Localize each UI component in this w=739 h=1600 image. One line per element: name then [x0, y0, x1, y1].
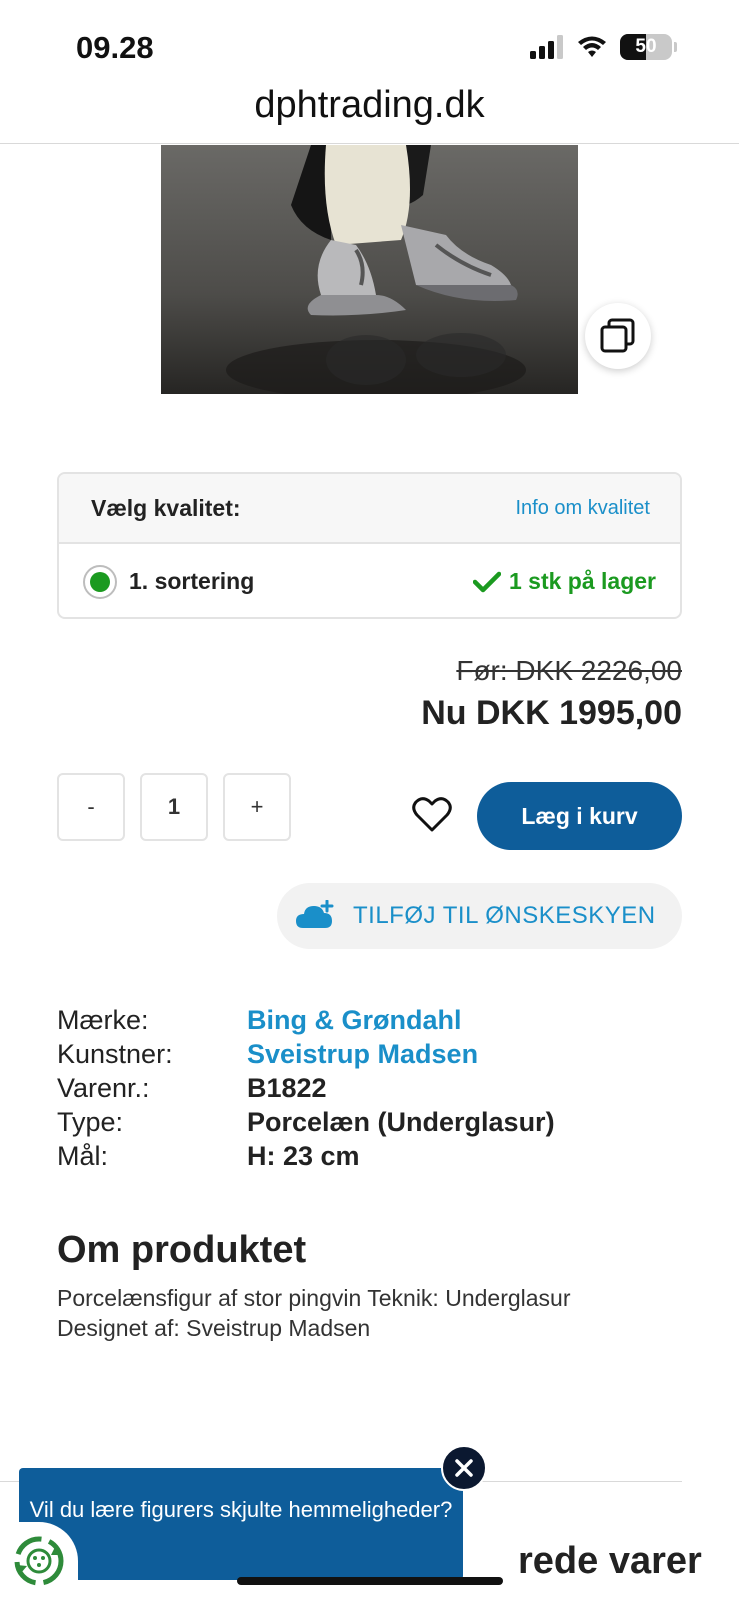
spec-row-artist: Kunstner: Sveistrup Madsen — [57, 1037, 697, 1071]
quality-option-left: 1. sortering — [83, 564, 255, 599]
url-text: dphtrading.dk — [254, 84, 485, 126]
spec-row-type: Type: Porcelæn (Underglasur) — [57, 1105, 697, 1139]
popup-close-button[interactable] — [441, 1445, 487, 1491]
spec-row-brand: Mærke: Bing & Grøndahl — [57, 1003, 697, 1037]
wishcloud-label: TILFØJ TIL ØNSKESKYEN — [353, 902, 656, 929]
recycle-icon — [14, 1536, 64, 1586]
battery-icon: 50 — [620, 34, 672, 60]
quality-radio-button[interactable] — [83, 564, 117, 599]
status-icons: 50 — [530, 34, 677, 60]
quality-option-label: 1. sortering — [129, 568, 255, 594]
add-to-wishcloud-button[interactable]: TILFØJ TIL ØNSKESKYEN — [277, 883, 682, 949]
about-text: Porcelænsfigur af stor pingvin Teknik: U… — [57, 1285, 571, 1341]
spec-key: Mærke: — [57, 1004, 149, 1035]
close-icon — [455, 1459, 473, 1477]
about-title: Om produktet — [57, 1229, 307, 1271]
artist-link[interactable]: Sveistrup Madsen — [247, 1039, 478, 1070]
spec-key: Mål: — [57, 1140, 109, 1171]
spec-row-sku: Varenr.: B1822 — [57, 1071, 697, 1105]
newsletter-popup[interactable]: Vil du lære figurers skjulte hemmelighed… — [19, 1468, 463, 1580]
heart-icon[interactable] — [412, 797, 452, 833]
quality-title: Vælg kvalitet: — [91, 494, 241, 521]
spec-value: B1822 — [247, 1072, 327, 1103]
add-to-cart-button[interactable]: Læg i kurv — [477, 782, 682, 850]
quality-info-link[interactable]: Info om kvalitet — [515, 497, 650, 520]
cloud-plus-icon — [296, 900, 334, 928]
price-now: Nu DKK 1995,00 — [421, 694, 682, 732]
wifi-icon — [578, 36, 606, 57]
quality-header: Vælg kvalitet: Info om kvalitet — [59, 474, 680, 544]
spec-key: Varenr.: — [57, 1072, 150, 1103]
stock-text: 1 stk på lager — [508, 568, 656, 594]
product-image[interactable] — [161, 145, 578, 394]
penguin-figurine-image — [161, 145, 578, 394]
spec-key: Type: — [57, 1106, 124, 1137]
recycle-badge[interactable] — [0, 1522, 78, 1600]
quality-option[interactable]: 1. sortering 1 stk på lager — [59, 544, 680, 617]
quality-selector: Vælg kvalitet: Info om kvalitet 1. sorte… — [57, 472, 682, 619]
spec-value: H: 23 cm — [247, 1140, 360, 1171]
status-bar: 09.28 50 — [0, 0, 739, 80]
checkmark-icon — [472, 571, 501, 592]
spec-value: Porcelæn (Underglasur) — [247, 1106, 555, 1137]
stock-status: 1 stk på lager — [472, 568, 656, 595]
status-time: 09.28 — [76, 30, 154, 65]
home-indicator[interactable] — [237, 1577, 503, 1585]
quantity-input[interactable]: 1 — [140, 773, 208, 841]
popup-text: Vil du lære figurers skjulte hemmelighed… — [29, 1497, 453, 1522]
battery-nub — [674, 42, 677, 52]
browser-url-bar[interactable]: dphtrading.dk — [0, 80, 739, 144]
spec-key: Kunstner: — [57, 1038, 173, 1069]
price-before: Før: DKK 2226,00 — [456, 655, 682, 686]
gallery-button[interactable] — [585, 303, 651, 369]
cellular-signal-icon — [530, 35, 563, 59]
product-specs: Mærke: Bing & Grøndahl Kunstner: Sveistr… — [57, 1003, 697, 1173]
spec-row-size: Mål: H: 23 cm — [57, 1139, 697, 1173]
brand-link[interactable]: Bing & Grøndahl — [247, 1005, 461, 1036]
quantity-plus-button[interactable]: + — [223, 773, 291, 841]
quantity-minus-button[interactable]: - — [57, 773, 125, 841]
copy-images-icon — [600, 318, 635, 353]
related-heading-text: rede varer — [518, 1540, 702, 1582]
